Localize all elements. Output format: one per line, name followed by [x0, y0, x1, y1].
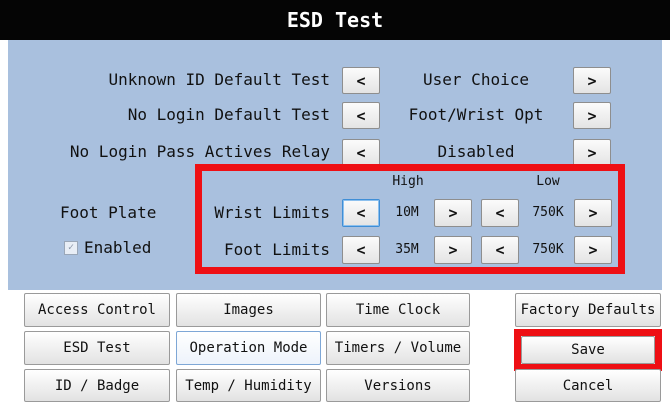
wrist-high-value: 10M [395, 205, 419, 220]
foot-low-increase-button[interactable]: > [574, 236, 612, 264]
id-badge-button[interactable]: ID / Badge [24, 369, 170, 402]
foot-low-value: 750K [532, 242, 564, 257]
no-login-default-next-button[interactable]: > [573, 102, 611, 129]
enabled-label: Enabled [84, 238, 152, 257]
foot-high-decrease-button[interactable]: < [342, 236, 380, 264]
unknown-id-prev-button[interactable]: < [342, 67, 380, 94]
unknown-id-default-test-label: Unknown ID Default Test [108, 70, 330, 89]
unknown-id-next-button[interactable]: > [573, 67, 611, 94]
timers-volume-button[interactable]: Timers / Volume [326, 331, 470, 365]
window-title: ESD Test [0, 0, 670, 40]
relay-next-button[interactable]: > [573, 139, 611, 166]
high-header: High [392, 174, 424, 189]
settings-panel: Unknown ID Default Test < User Choice > … [8, 40, 662, 290]
operation-mode-button[interactable]: Operation Mode [176, 331, 321, 365]
wrist-low-value: 750K [532, 205, 564, 220]
cancel-button[interactable]: Cancel [515, 369, 661, 402]
no-login-default-prev-button[interactable]: < [342, 102, 380, 129]
relay-value: Disabled [437, 142, 515, 161]
unknown-id-value: User Choice [423, 70, 529, 89]
foot-low-decrease-button[interactable]: < [481, 236, 519, 264]
foot-high-value: 35M [395, 242, 419, 257]
images-button[interactable]: Images [176, 293, 321, 327]
foot-plate-label: Foot Plate [60, 203, 157, 222]
no-login-pass-actives-relay-label: No Login Pass Actives Relay [69, 142, 330, 161]
versions-button[interactable]: Versions [326, 369, 470, 402]
esd-test-window: ESD Test Unknown ID Default Test < User … [0, 0, 670, 402]
foot-limits-label: Foot Limits [224, 240, 330, 259]
no-login-default-test-label: No Login Default Test [127, 105, 330, 124]
wrist-high-increase-button[interactable]: > [434, 199, 472, 227]
wrist-high-decrease-button[interactable]: < [342, 199, 380, 227]
wrist-low-increase-button[interactable]: > [574, 199, 612, 227]
foot-high-increase-button[interactable]: > [434, 236, 472, 264]
foot-plate-enabled-checkbox[interactable]: ✓ Enabled [64, 238, 151, 258]
no-login-default-value: Foot/Wrist Opt [408, 105, 544, 124]
access-control-button[interactable]: Access Control [24, 293, 170, 327]
wrist-limits-label: Wrist Limits [214, 203, 330, 222]
checkbox-check-icon: ✓ [64, 240, 78, 255]
esd-test-button[interactable]: ESD Test [24, 331, 170, 365]
time-clock-button[interactable]: Time Clock [326, 293, 470, 327]
save-button[interactable]: Save [521, 336, 655, 364]
temp-humidity-button[interactable]: Temp / Humidity [176, 369, 321, 402]
low-header: Low [536, 174, 560, 189]
relay-prev-button[interactable]: < [342, 139, 380, 166]
factory-defaults-button[interactable]: Factory Defaults [515, 293, 661, 327]
wrist-low-decrease-button[interactable]: < [481, 199, 519, 227]
